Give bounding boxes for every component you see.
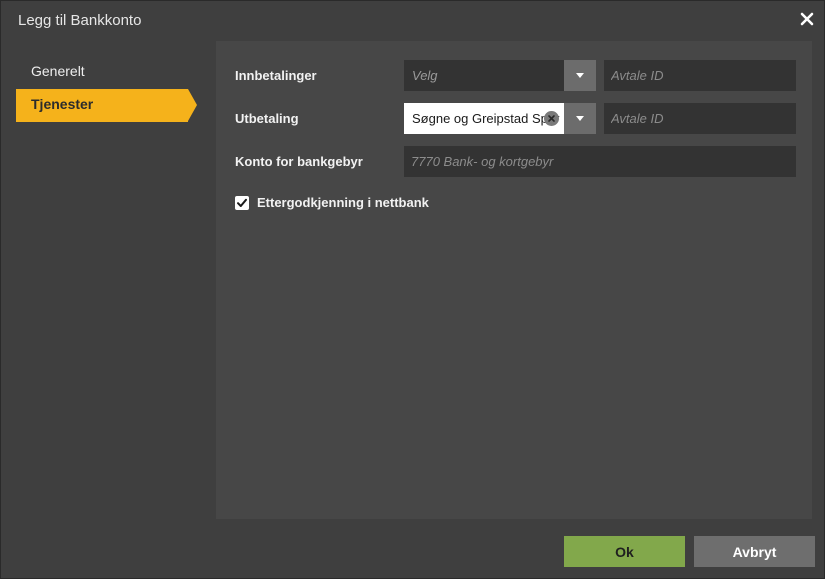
bank-fee-account-row: Konto for bankgebyr [216,146,812,177]
chevron-down-icon [576,116,584,121]
utbetaling-dropdown-button[interactable] [564,103,596,134]
dialog-sidebar: Generelt Tjenester [16,56,201,122]
dialog-titlebar: Legg til Bankkonto [1,1,825,39]
dialog-title: Legg til Bankkonto [18,12,142,29]
bank-fee-account-label: Konto for bankgebyr [235,154,363,169]
checkmark-icon [237,198,247,207]
innbetalinger-label: Innbetalinger [235,68,317,83]
innbetalinger-agreement-id-input[interactable] [604,60,796,91]
innbetalinger-dropdown-button[interactable] [564,60,596,91]
add-bank-account-dialog: Legg til Bankkonto Generelt Tjenester In… [0,0,825,579]
close-icon[interactable] [798,10,816,28]
utbetaling-agreement-id-input[interactable] [604,103,796,134]
sidebar-item-tjenester[interactable]: Tjenester [16,89,197,122]
utbetaling-select-value: Søgne og Greipstad Sparebank [412,111,560,126]
sidebar-item-label: Tjenester [31,96,94,112]
utbetaling-row: Utbetaling Søgne og Greipstad Sparebank [216,103,812,134]
innbetalinger-select-placeholder: Velg [412,68,438,83]
utbetaling-label: Utbetaling [235,111,299,126]
ok-button[interactable]: Ok [564,536,685,567]
innbetalinger-row: Innbetalinger Velg [216,60,812,91]
chevron-down-icon [576,73,584,78]
innbetalinger-select[interactable]: Velg [404,60,596,91]
bank-fee-account-input[interactable] [404,146,796,177]
netbank-approval-label: Ettergodkjenning i nettbank [257,195,429,210]
utbetaling-select[interactable]: Søgne og Greipstad Sparebank [404,103,596,134]
netbank-approval-checkbox[interactable] [235,196,249,210]
clear-selection-icon[interactable] [544,111,559,126]
sidebar-item-label: Generelt [31,63,85,79]
sidebar-item-generelt[interactable]: Generelt [16,56,201,89]
cancel-button[interactable]: Avbryt [694,536,815,567]
services-panel: Innbetalinger Velg Utbetaling Søgne og G… [216,41,812,519]
